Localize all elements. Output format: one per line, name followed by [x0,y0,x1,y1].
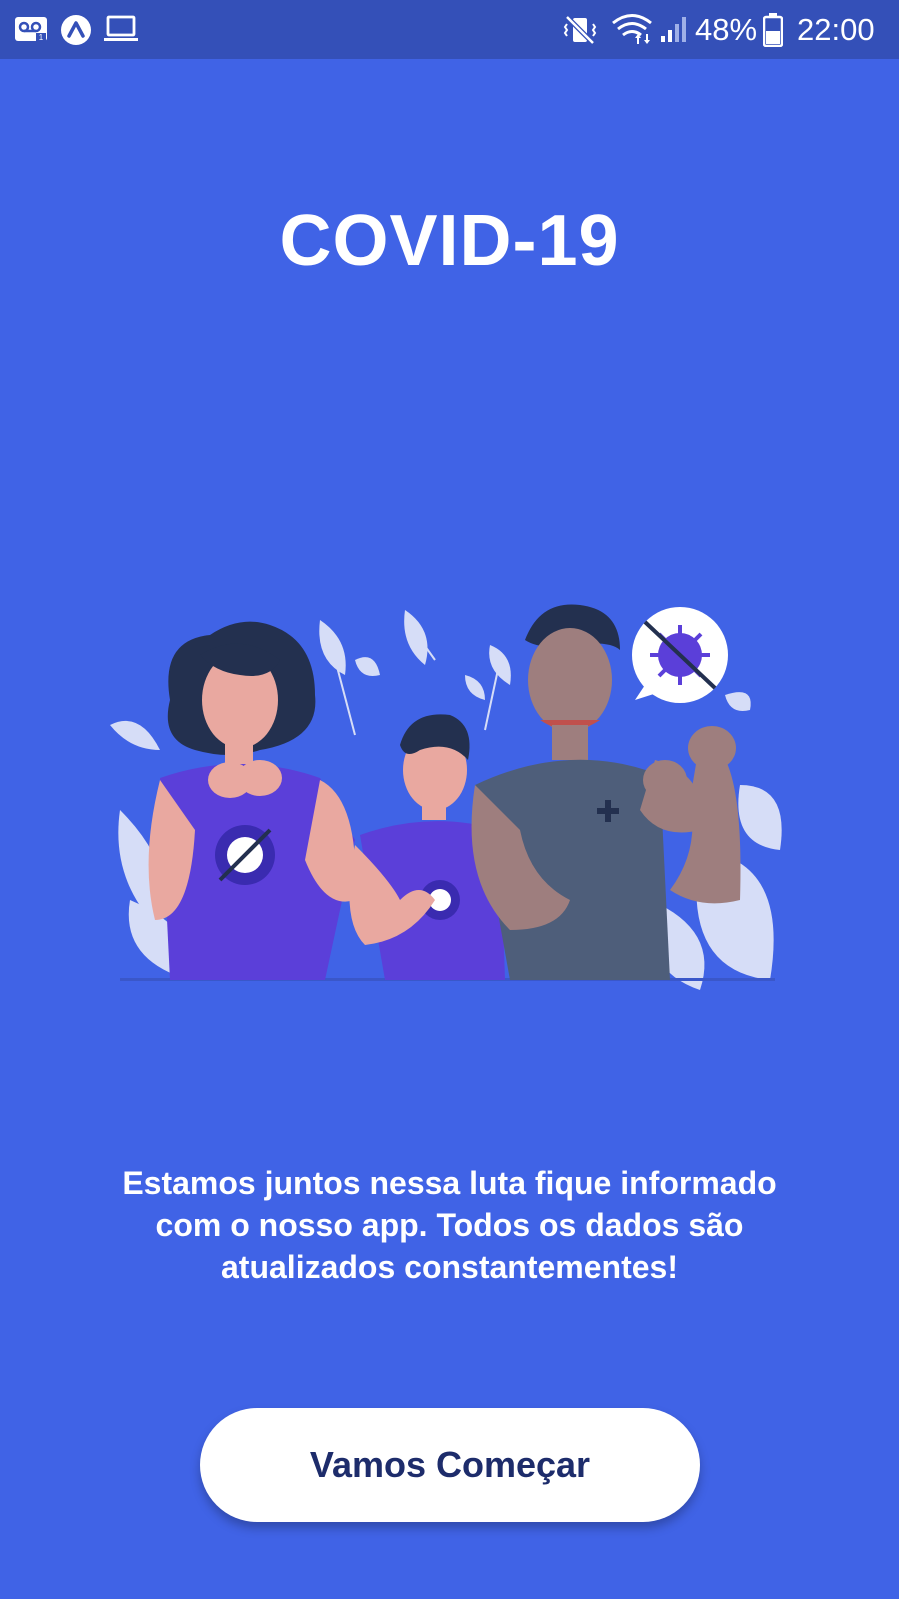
clock-time: 22:00 [797,12,875,47]
laptop-icon [104,14,138,49]
status-bar: 1 48% 22:00 [0,0,899,59]
battery-icon [762,13,784,52]
get-started-button[interactable]: Vamos Começar [200,1408,700,1522]
app-icon [60,14,92,51]
signal-icon [659,14,689,49]
hero-illustration [100,600,800,1010]
welcome-screen: 1 48% 22:00 COVID-19 Estamos juntos ness… [0,0,899,1599]
page-title: COVID-19 [279,201,620,281]
voicemail-icon: 1 [14,14,48,49]
woman-figure [148,621,356,980]
svg-text:1: 1 [39,33,44,42]
battery-percent: 48% [695,12,758,47]
intro-description: Estamos juntos nessa luta fique informad… [122,1165,777,1285]
family-illustration [110,604,782,990]
mute-vibrate-icon [563,14,597,51]
wifi-icon [611,12,653,51]
